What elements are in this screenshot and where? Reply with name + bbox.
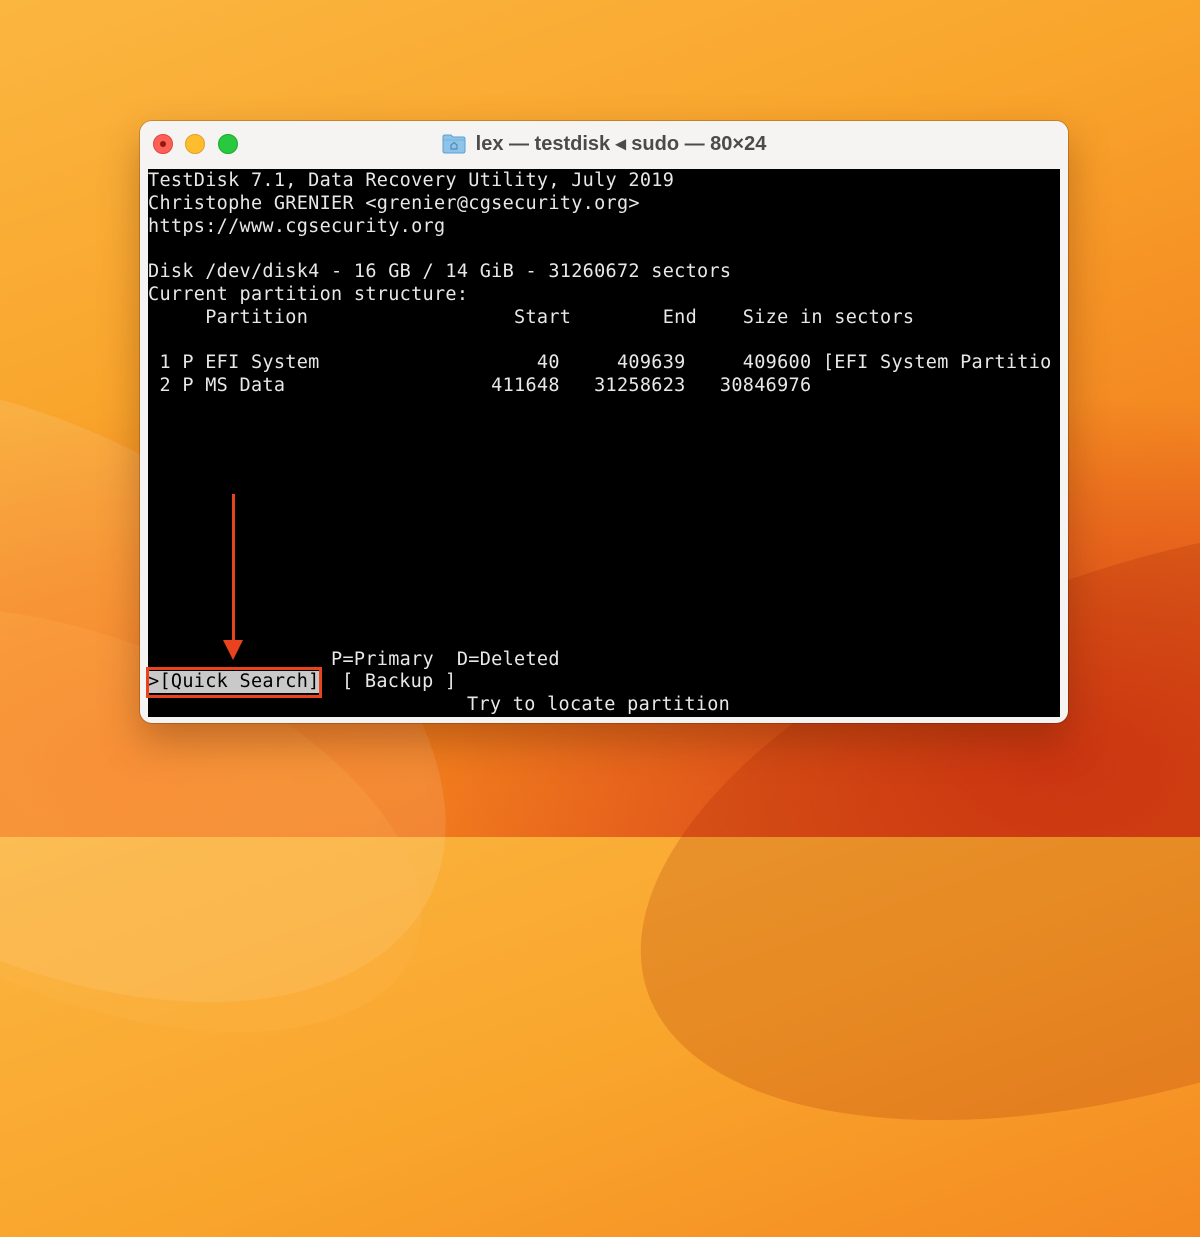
partition-structure-label: Current partition structure:	[148, 284, 469, 305]
disk-info-line: Disk /dev/disk4 - 16 GB / 14 GiB - 31260…	[148, 261, 732, 282]
partition-type-legend: P=Primary D=Deleted	[331, 649, 560, 670]
menu-hint: Try to locate partition	[467, 694, 731, 715]
partition-table-header: Partition Start End Size in sectors	[148, 307, 915, 328]
annotation-highlight-box	[146, 667, 322, 698]
partition-row[interactable]: 2 P MS Data 411648 31258623 30846976	[148, 375, 811, 397]
terminal-window: lex — testdisk ◂ sudo — 80×24 TestDisk 7…	[140, 121, 1068, 723]
partition-row[interactable]: 1 P EFI System 40 409639 409600 [EFI Sys…	[148, 352, 1052, 374]
home-folder-icon	[442, 134, 466, 154]
window-title: lex — testdisk ◂ sudo — 80×24	[140, 131, 1068, 157]
window-titlebar[interactable]: lex — testdisk ◂ sudo — 80×24	[140, 121, 1068, 167]
backup-menu-option[interactable]: [ Backup ]	[342, 671, 456, 693]
website-line: https://www.cgsecurity.org	[148, 216, 446, 237]
terminal-screen[interactable]: TestDisk 7.1, Data Recovery Utility, Jul…	[148, 169, 1060, 717]
author-line: Christophe GRENIER <grenier@cgsecurity.o…	[148, 193, 640, 214]
annotation-arrow-head	[223, 640, 243, 660]
program-header-line: TestDisk 7.1, Data Recovery Utility, Jul…	[148, 170, 675, 191]
window-title-text: lex — testdisk ◂ sudo — 80×24	[475, 133, 767, 155]
annotation-arrow-shaft	[232, 494, 235, 642]
